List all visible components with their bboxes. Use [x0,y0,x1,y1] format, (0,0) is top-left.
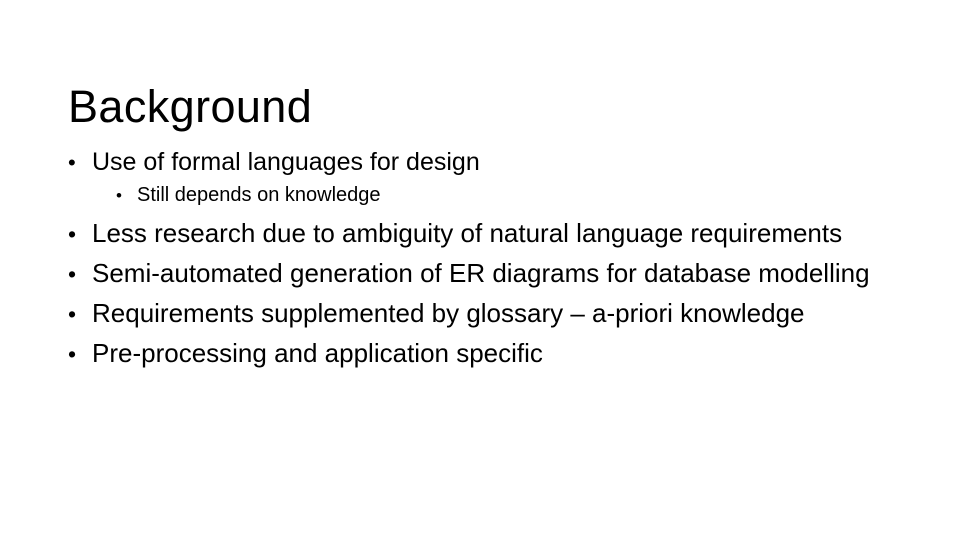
bullet-icon: • [68,341,77,367]
bullet-icon: • [68,221,77,247]
list-item-label: Semi-automated generation of ER diagrams… [92,258,870,288]
slide-canvas: Background • Use of formal languages for… [0,0,960,540]
bullet-icon: • [68,150,76,175]
list-item: • Requirements supplemented by glossary … [68,298,805,329]
list-item: • Semi-automated generation of ER diagra… [68,258,870,289]
list-item: • Pre-processing and application specifi… [68,338,543,369]
list-item-label: Still depends on knowledge [137,184,381,206]
list-item: • Less research due to ambiguity of natu… [68,218,843,249]
list-item-label: Less research due to ambiguity of natura… [92,218,843,248]
list-item-label: Requirements supplemented by glossary – … [92,298,805,328]
slide-body: • Use of formal languages for design • S… [0,0,960,540]
bullet-icon: • [68,261,77,287]
bullet-icon: • [116,186,122,205]
bullet-icon: • [68,301,77,327]
list-item: • Use of formal languages for design [68,148,480,177]
list-item-nested: • Still depends on knowledge [116,184,381,207]
list-item-label: Pre-processing and application specific [92,338,543,368]
list-item-label: Use of formal languages for design [92,148,480,176]
